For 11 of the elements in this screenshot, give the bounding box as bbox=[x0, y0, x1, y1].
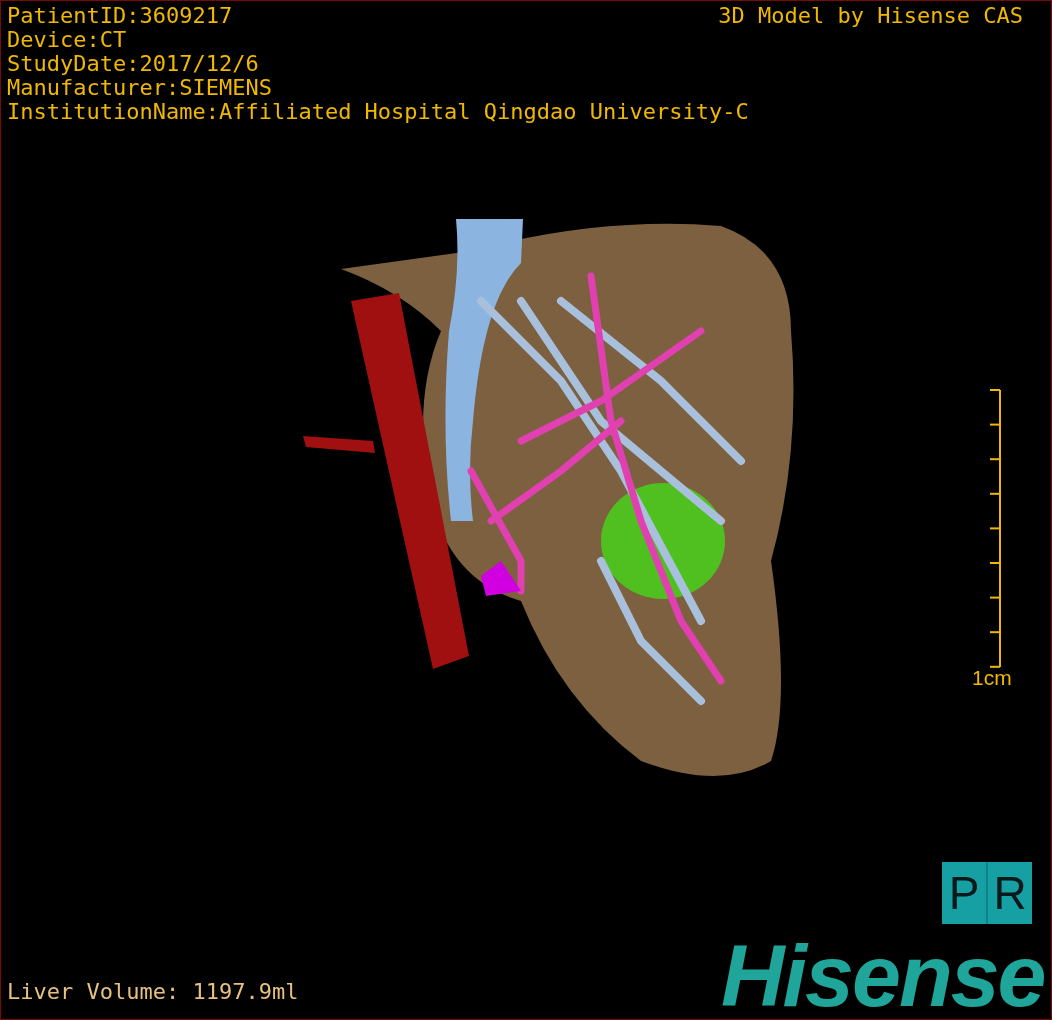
view-letter: R bbox=[986, 862, 1032, 924]
view-letter: P bbox=[947, 865, 981, 921]
liver-volume-text: Liver Volume: 1197.9ml bbox=[7, 979, 299, 1005]
info-line: Device:CT bbox=[7, 28, 127, 52]
scale-label: 1cm bbox=[972, 666, 1012, 690]
info-line: StudyDate:2017/12/6 bbox=[7, 52, 259, 76]
info-line: Manufacturer:SIEMENS bbox=[7, 76, 272, 100]
info-line: InstitutionName:Affiliated Hospital Qingdao University-C bbox=[7, 100, 749, 124]
model-title: 3D Model by Hisense CAS bbox=[718, 4, 1023, 28]
info-line: PatientID:3609217 bbox=[7, 4, 233, 28]
logo-text: Hisense bbox=[721, 931, 1045, 1019]
